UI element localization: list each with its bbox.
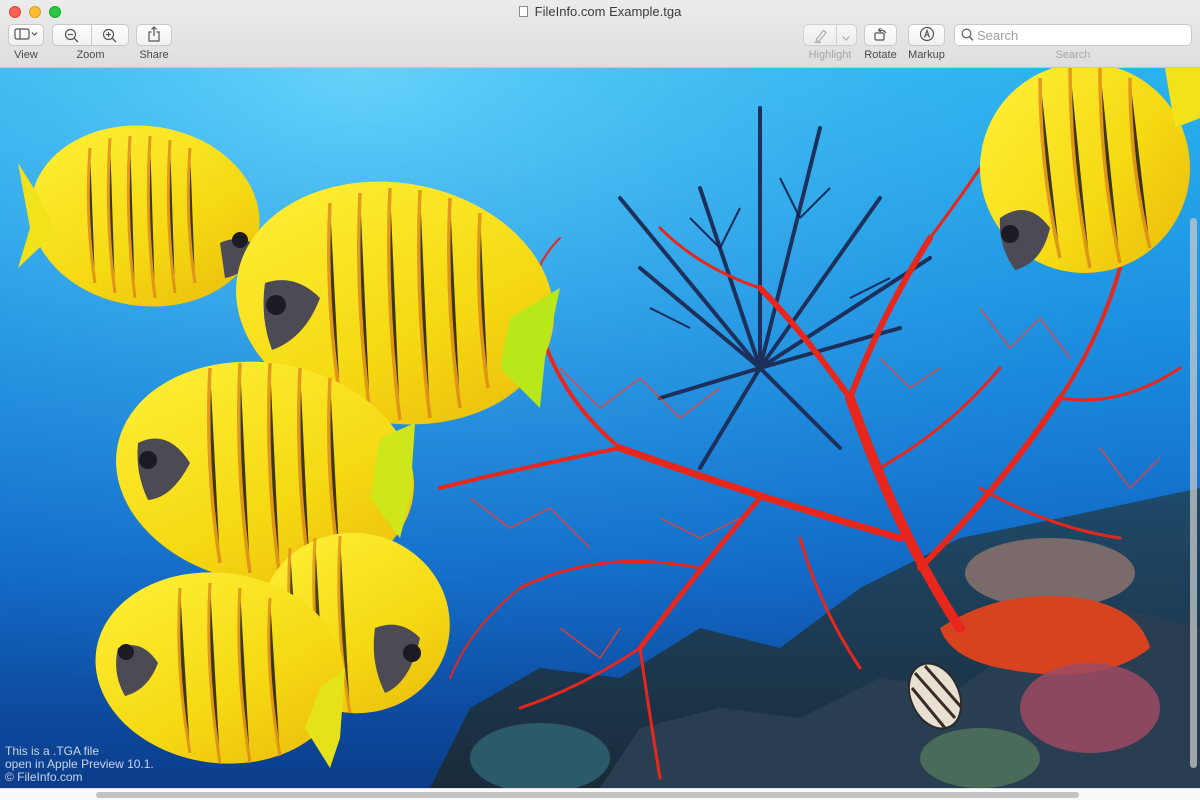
zoom-out-icon[interactable] [64,28,80,46]
share-button[interactable] [136,24,172,46]
chevron-down-icon[interactable] [841,30,851,45]
markup-icon [919,26,935,45]
highlighter-icon [813,28,829,46]
document-icon [518,6,528,17]
magnifier-icon [961,28,974,47]
search-label: Search [1055,49,1091,61]
image-caption: This is a .TGA file open in Apple Previe… [5,745,154,784]
title-bar: FileInfo.com Example.tga View Zoom Share… [0,0,1200,68]
vertical-scrollbar[interactable] [1190,218,1197,768]
markup-label: Markup [908,49,945,61]
markup-button[interactable] [908,24,945,46]
highlight-label: Highlight [808,49,852,61]
share-icon [147,25,161,45]
zoom-control [52,24,129,46]
image-view[interactable]: This is a .TGA file open in Apple Previe… [0,68,1200,788]
rotate-icon [873,26,889,44]
underwater-photo [0,68,1200,788]
zoom-in-icon[interactable] [102,28,118,46]
window-title-text: FileInfo.com Example.tga [534,4,682,19]
view-label: View [14,49,38,61]
highlight-button[interactable] [803,24,857,46]
view-button[interactable] [8,24,44,46]
window-title: FileInfo.com Example.tga [0,4,1200,20]
search-field[interactable] [954,24,1192,46]
rotate-label: Rotate [864,49,897,61]
sidebar-icon [14,27,38,43]
rotate-button[interactable] [864,24,897,46]
caption-line-3: © FileInfo.com [5,770,83,784]
horizontal-scrollbar-track [0,788,1200,800]
share-label: Share [139,49,169,61]
preview-window: FileInfo.com Example.tga View Zoom Share… [0,0,1200,800]
search-input[interactable] [977,27,1182,43]
zoom-label: Zoom [76,49,105,61]
horizontal-scrollbar-thumb[interactable] [96,792,1079,798]
